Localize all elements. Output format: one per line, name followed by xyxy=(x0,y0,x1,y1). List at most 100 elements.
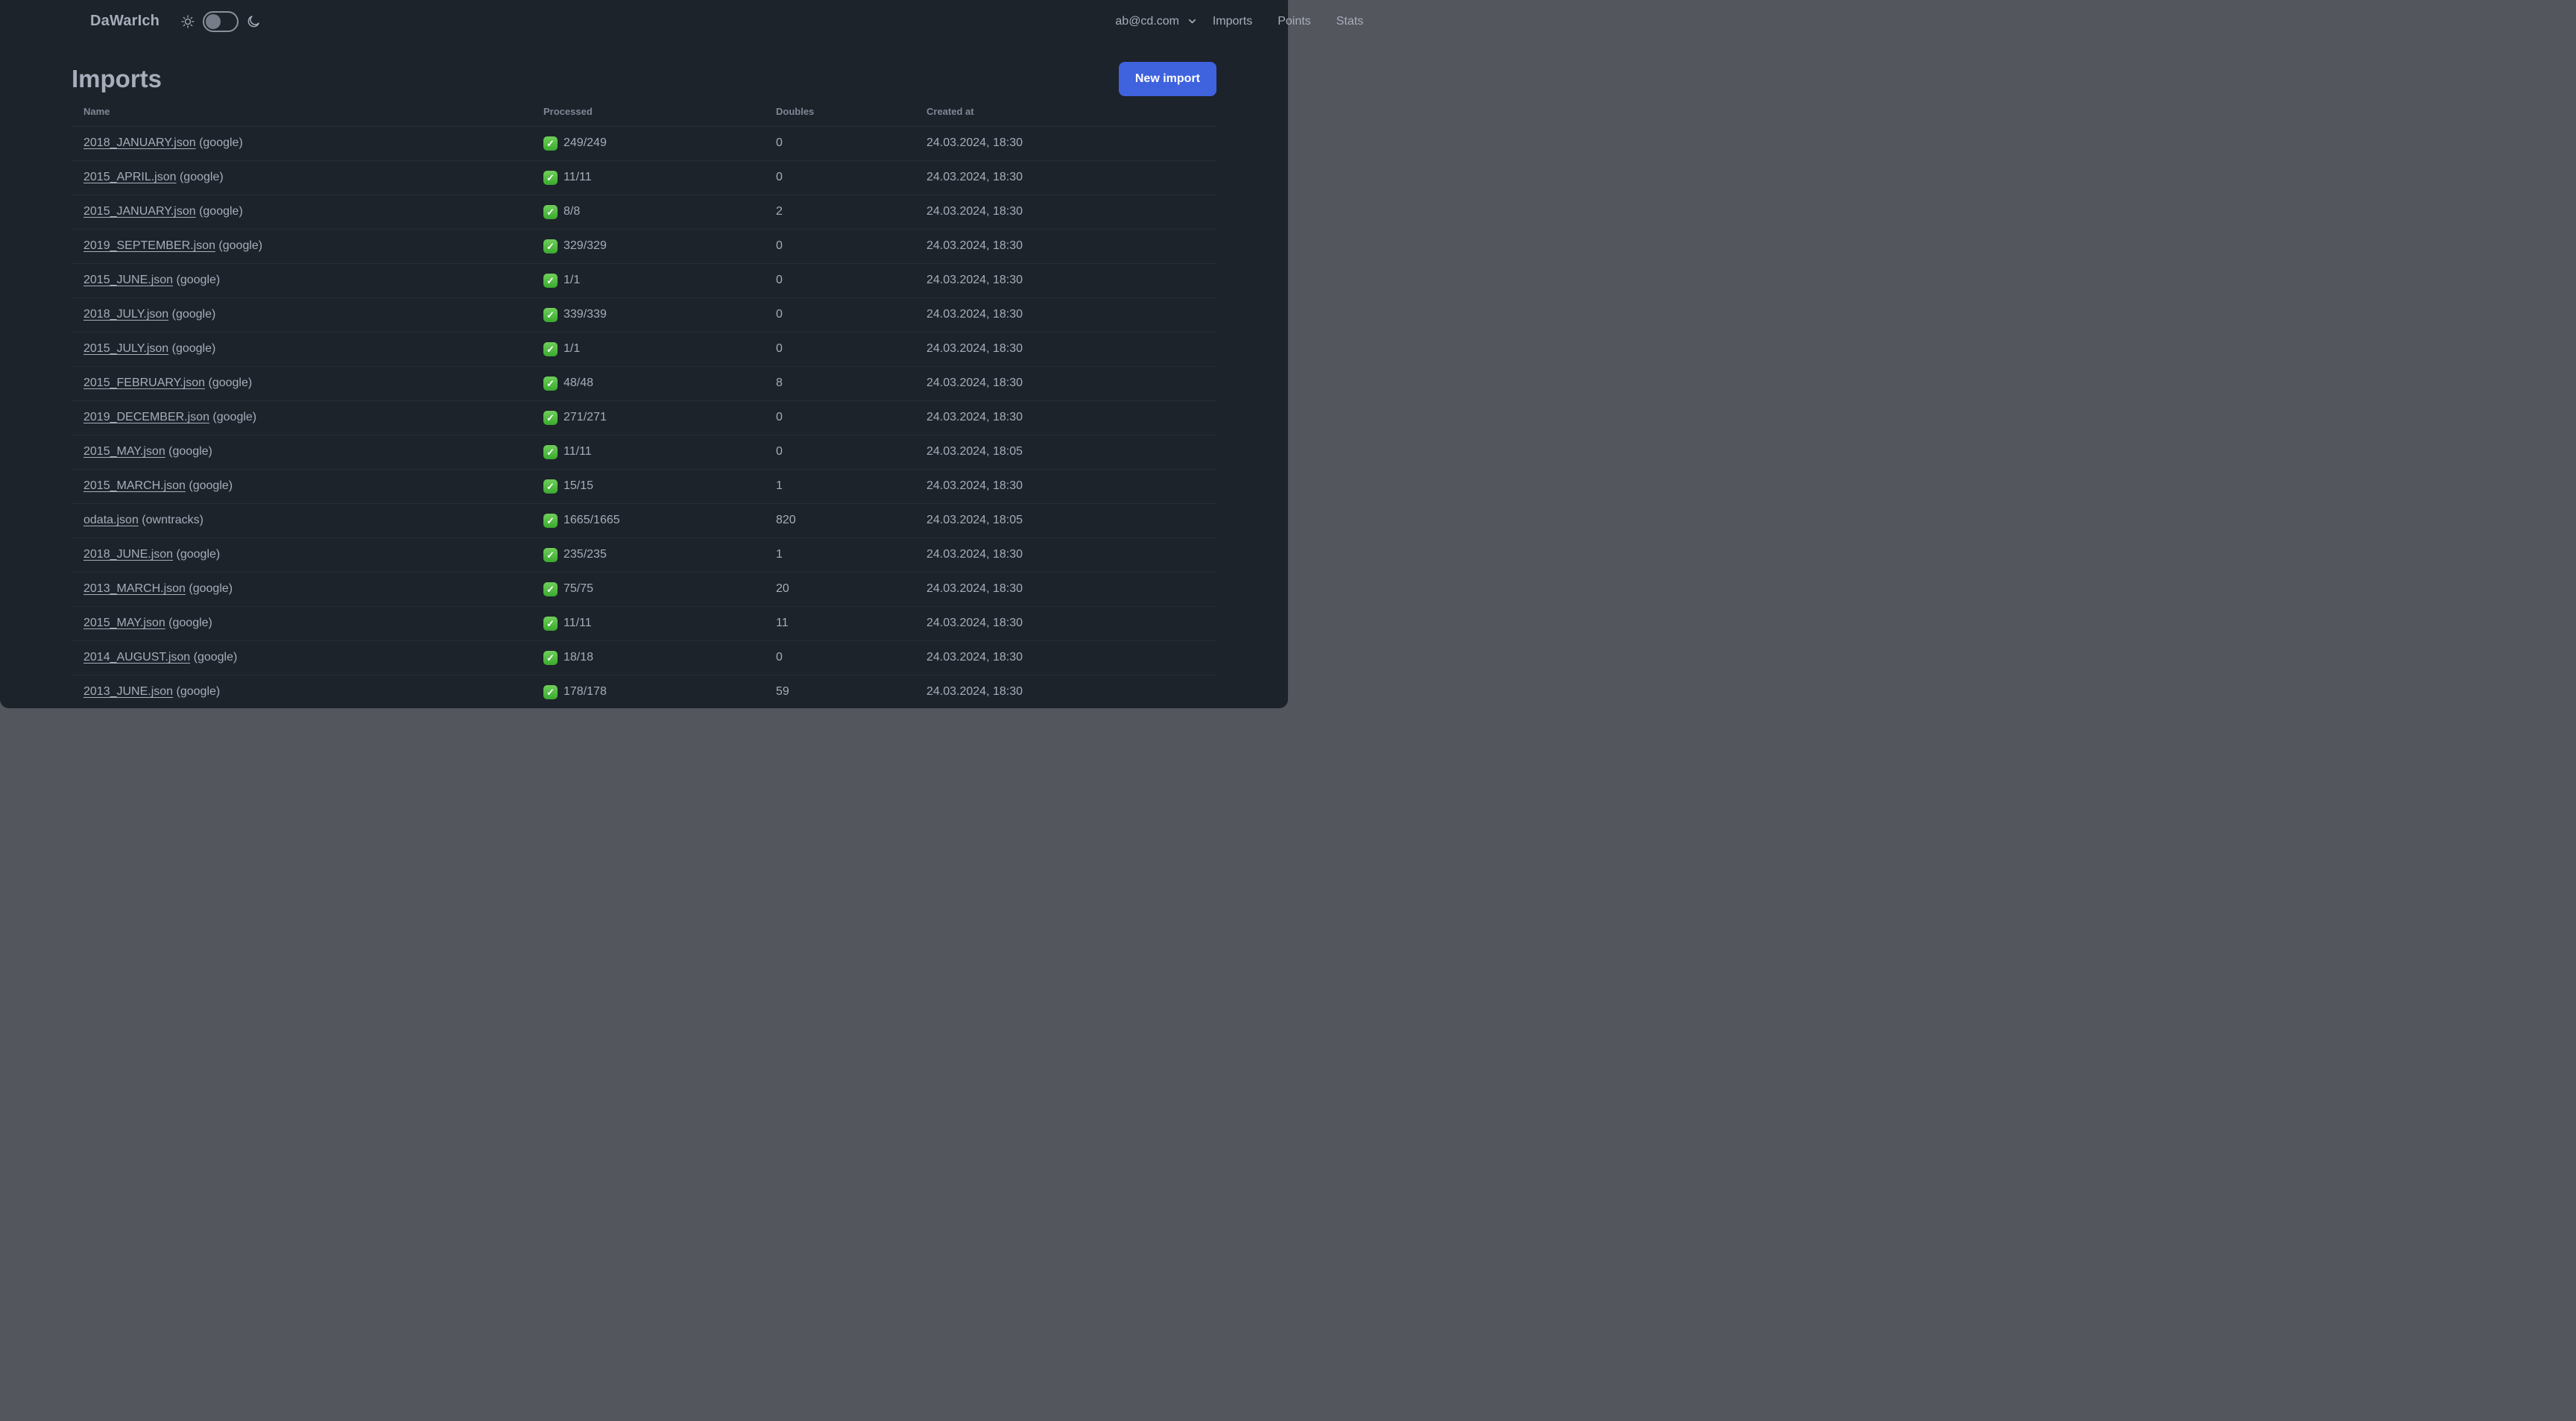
success-check-icon xyxy=(543,273,558,288)
created-at-cell: 24.03.2024, 18:30 xyxy=(926,366,1216,401)
created-at-cell: 24.03.2024, 18:30 xyxy=(926,640,1216,675)
doubles-cell: 820 xyxy=(776,503,926,538)
import-file-link[interactable]: 2019_SEPTEMBER.json xyxy=(83,239,215,252)
nav-link-points[interactable]: Points xyxy=(1278,15,1310,28)
doubles-cell: 8 xyxy=(776,366,926,401)
name-cell: 2018_JUNE.json (google) xyxy=(72,538,543,573)
import-source: (google) xyxy=(173,274,221,286)
table-row: 2015_JULY.json (google) 1/1 0 24.03.2024… xyxy=(72,332,1216,367)
doubles-cell: 11 xyxy=(776,606,926,641)
table-row: 2015_JUNE.json (google) 1/1 0 24.03.2024… xyxy=(72,263,1216,298)
created-at-cell: 24.03.2024, 18:30 xyxy=(926,297,1216,333)
import-file-link[interactable]: 2018_JANUARY.json xyxy=(83,136,196,149)
chevron-down-icon xyxy=(1187,16,1198,27)
import-file-link[interactable]: 2019_DECEMBER.json xyxy=(83,411,209,423)
doubles-cell: 59 xyxy=(776,675,926,708)
import-file-link[interactable]: 2015_APRIL.json xyxy=(83,171,177,183)
success-check-icon xyxy=(543,513,558,528)
import-file-link[interactable]: 2015_MARCH.json xyxy=(83,479,186,492)
import-file-link[interactable]: odata.json xyxy=(83,514,139,526)
name-cell: 2018_JULY.json (google) xyxy=(72,297,543,333)
import-source: (google) xyxy=(190,651,238,664)
app-window: DaWarIch Imports Points Stats ab@cd.com … xyxy=(0,0,1363,708)
created-at-cell: 24.03.2024, 18:30 xyxy=(926,538,1216,573)
processed-count: 249/249 xyxy=(564,136,607,149)
success-check-icon xyxy=(543,444,558,459)
table-row: 2013_MARCH.json (google) 75/75 20 24.03.… xyxy=(72,572,1216,607)
import-file-link[interactable]: 2013_JUNE.json xyxy=(83,685,173,698)
processed-cell: 18/18 xyxy=(543,640,776,675)
import-file-link[interactable]: 2015_JUNE.json xyxy=(83,274,173,286)
created-at-cell: 24.03.2024, 18:30 xyxy=(926,229,1216,264)
import-source: (google) xyxy=(195,136,243,149)
import-source: (google) xyxy=(165,617,212,629)
name-cell: odata.json (owntracks) xyxy=(72,503,543,538)
processed-count: 75/75 xyxy=(564,582,594,595)
import-source: (google) xyxy=(205,376,253,389)
processed-cell: 75/75 xyxy=(543,572,776,607)
processed-cell: 1/1 xyxy=(543,263,776,298)
created-at-cell: 24.03.2024, 18:05 xyxy=(926,503,1216,538)
import-file-link[interactable]: 2015_MAY.json xyxy=(83,445,165,458)
success-check-icon xyxy=(543,307,558,322)
import-file-link[interactable]: 2015_JULY.json xyxy=(83,342,168,355)
success-check-icon xyxy=(543,170,558,185)
user-menu[interactable]: ab@cd.com xyxy=(1115,15,1198,28)
new-import-button[interactable]: New import xyxy=(1118,62,1216,96)
import-file-link[interactable]: 2018_JUNE.json xyxy=(83,548,173,561)
import-file-link[interactable]: 2015_MAY.json xyxy=(83,617,165,629)
processed-count: 8/8 xyxy=(564,205,581,218)
processed-cell: 271/271 xyxy=(543,400,776,435)
processed-cell: 339/339 xyxy=(543,297,776,333)
processed-count: 271/271 xyxy=(564,411,607,423)
table-row: 2018_JULY.json (google) 339/339 0 24.03.… xyxy=(72,297,1216,333)
doubles-cell: 0 xyxy=(776,229,926,264)
table-row: odata.json (owntracks) 1665/1665 820 24.… xyxy=(72,503,1216,538)
doubles-cell: 20 xyxy=(776,572,926,607)
import-file-link[interactable]: 2014_AUGUST.json xyxy=(83,651,190,664)
name-cell: 2015_JUNE.json (google) xyxy=(72,263,543,298)
user-email: ab@cd.com xyxy=(1115,14,1179,28)
created-at-cell: 24.03.2024, 18:30 xyxy=(926,606,1216,641)
processed-count: 329/329 xyxy=(564,239,607,252)
processed-count: 178/178 xyxy=(564,685,607,698)
processed-cell: 1665/1665 xyxy=(543,503,776,538)
table-row: 2015_FEBRUARY.json (google) 48/48 8 24.0… xyxy=(72,366,1216,401)
import-source: (owntracks) xyxy=(138,514,203,526)
theme-toggle[interactable] xyxy=(180,10,261,32)
success-check-icon xyxy=(543,204,558,219)
nav-link-imports[interactable]: Imports xyxy=(1213,15,1252,28)
import-source: (google) xyxy=(215,239,263,252)
column-header-doubles: Doubles xyxy=(776,98,926,127)
import-file-link[interactable]: 2018_JULY.json xyxy=(83,308,168,321)
name-cell: 2015_MAY.json (google) xyxy=(72,606,543,641)
processed-count: 11/11 xyxy=(564,617,592,629)
success-check-icon xyxy=(543,547,558,562)
success-check-icon xyxy=(543,479,558,494)
sun-icon xyxy=(180,14,195,29)
processed-cell: 178/178 xyxy=(543,675,776,708)
success-check-icon xyxy=(543,136,558,151)
processed-count: 1/1 xyxy=(564,342,581,355)
navbar: DaWarIch Imports Points Stats ab@cd.com xyxy=(0,0,1363,42)
processed-count: 339/339 xyxy=(564,308,607,321)
brand-logo[interactable]: DaWarIch xyxy=(90,13,160,30)
name-cell: 2015_JANUARY.json (google) xyxy=(72,195,543,230)
import-source: (google) xyxy=(176,171,224,183)
doubles-cell: 0 xyxy=(776,160,926,195)
name-cell: 2015_FEBRUARY.json (google) xyxy=(72,366,543,401)
import-source: (google) xyxy=(165,445,212,458)
import-file-link[interactable]: 2015_FEBRUARY.json xyxy=(83,376,205,389)
processed-count: 235/235 xyxy=(564,548,607,561)
processed-cell: 48/48 xyxy=(543,366,776,401)
imports-table: Name Processed Doubles Created at 2018_J… xyxy=(72,98,1216,708)
theme-toggle-switch[interactable] xyxy=(203,10,239,32)
created-at-cell: 24.03.2024, 18:30 xyxy=(926,126,1216,161)
doubles-cell: 0 xyxy=(776,297,926,333)
import-file-link[interactable]: 2015_JANUARY.json xyxy=(83,205,196,218)
import-file-link[interactable]: 2013_MARCH.json xyxy=(83,582,186,595)
processed-cell: 15/15 xyxy=(543,469,776,504)
doubles-cell: 0 xyxy=(776,332,926,367)
page-title: Imports xyxy=(72,65,162,93)
table-row: 2015_APRIL.json (google) 11/11 0 24.03.2… xyxy=(72,160,1216,195)
